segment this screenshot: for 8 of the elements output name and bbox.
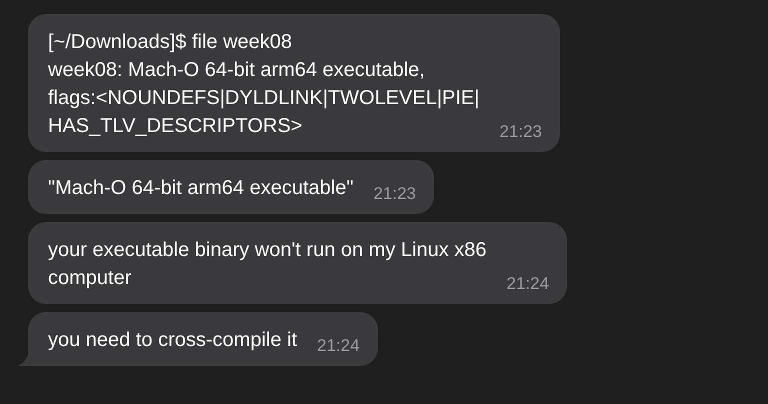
message-time: 21:24: [317, 336, 360, 356]
message-text: [~/Downloads]$ file week08 week08: Mach-O 64-bit arm64 executable, flags:<NOUNDEFS|DYLDLINK|TWOLEVEL|PIE| HAS_TLV_DESCRIPTORS>: [48, 30, 480, 139]
message-text: your executable binary won't run on my Linux x86 computer: [48, 238, 487, 291]
message-time: 21:24: [506, 274, 550, 294]
message-text: "Mach-O 64-bit arm64 executable": [48, 176, 354, 201]
message-text: you need to cross-compile it: [48, 328, 298, 353]
message-time: 21:23: [373, 184, 416, 204]
message-time: 21:23: [499, 122, 542, 142]
